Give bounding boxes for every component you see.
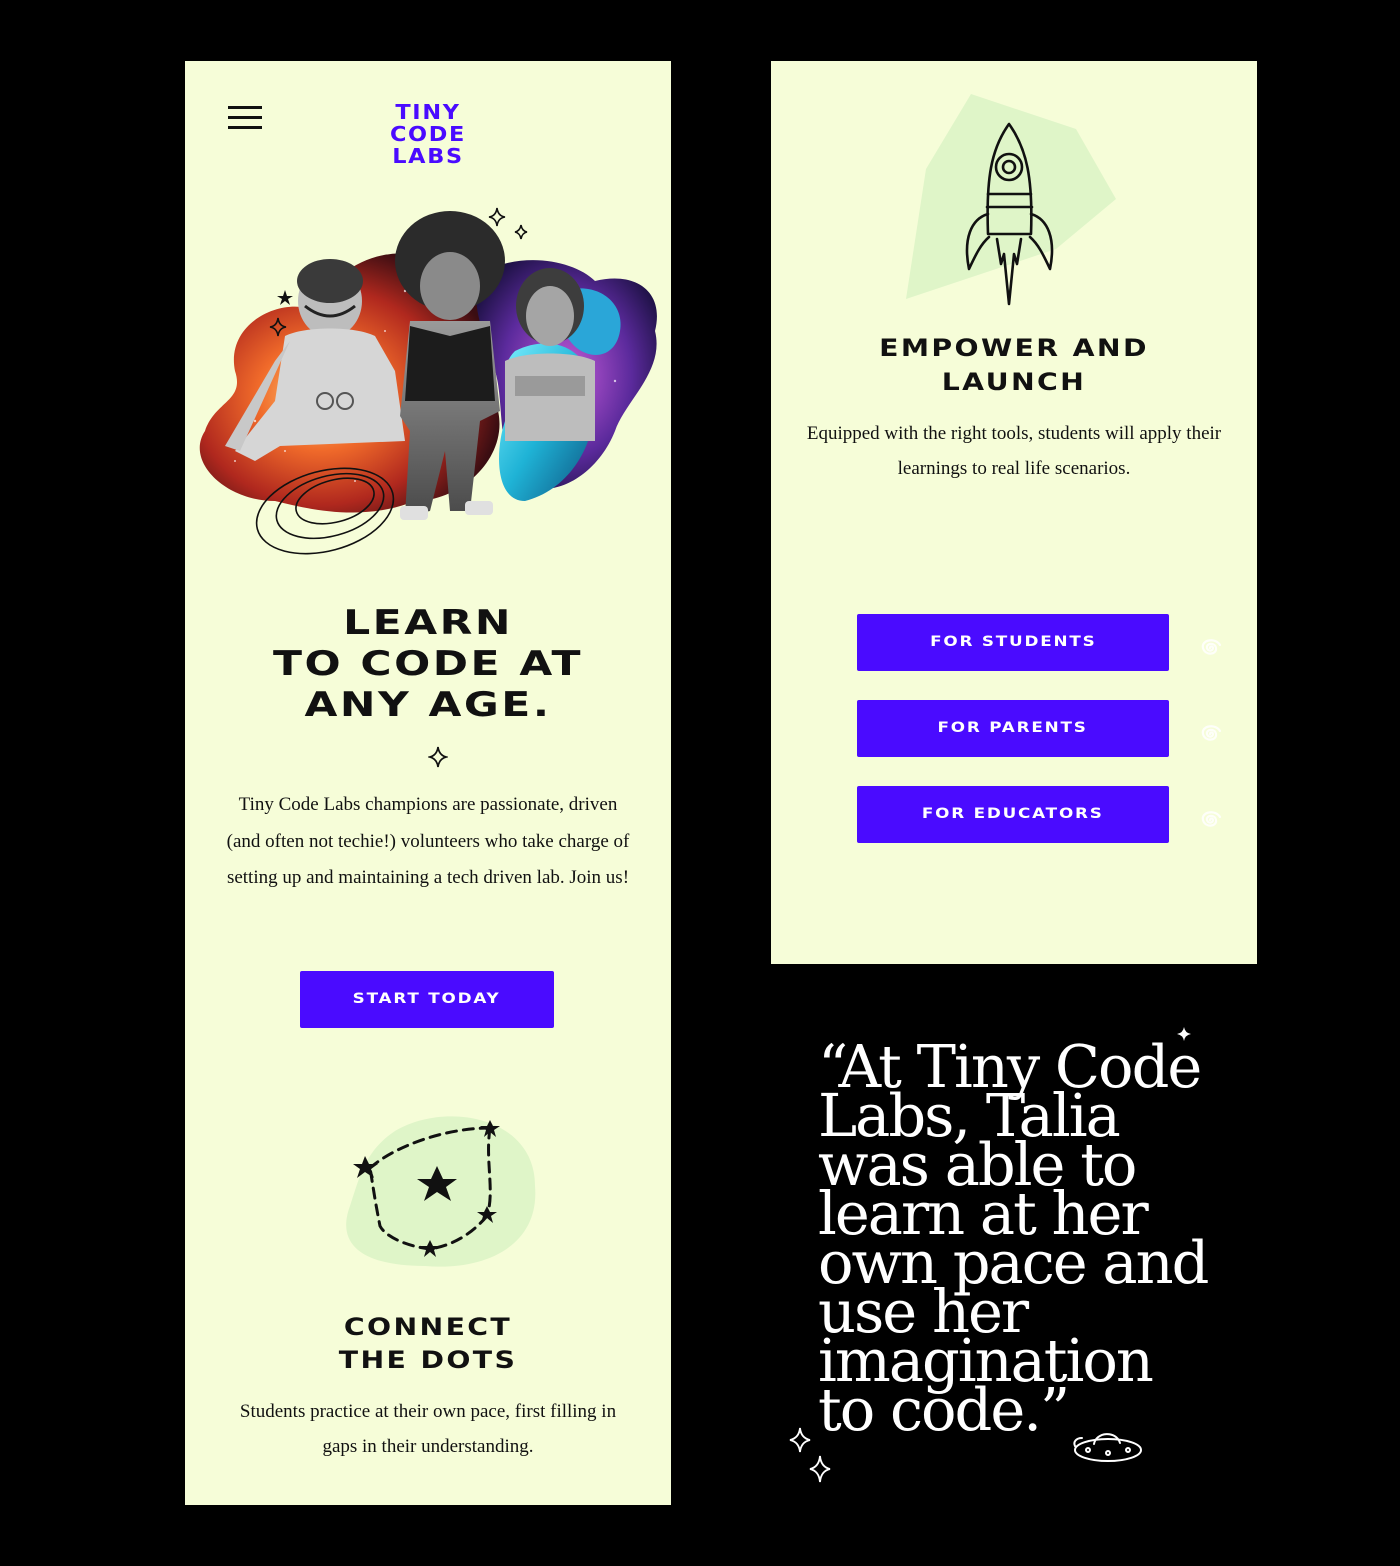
ufo-icon [1073, 1433, 1142, 1462]
empower-description: Equipped with the right tools, students … [806, 423, 1222, 479]
logo-line: TINY [395, 100, 461, 124]
hero-title-line: LEARN [343, 603, 513, 643]
rocket-icon [906, 94, 1116, 306]
hero-collage-image [199, 211, 657, 555]
hamburger-icon[interactable] [228, 105, 262, 131]
for-educators-label: FOR EDUCATORS [922, 806, 1104, 822]
spiral-icon [1201, 725, 1222, 741]
connect-description: Students practice at their own pace, fir… [239, 1401, 617, 1457]
for-parents-label: FOR PARENTS [937, 720, 1089, 736]
sparkle-icon [1177, 1027, 1191, 1041]
sparkle-icon [269, 290, 293, 337]
start-today-label: START TODAY [353, 991, 501, 1007]
child-photo-middle [395, 211, 505, 520]
quote-line: to code.” [818, 1375, 1070, 1444]
spiral-icon [1201, 811, 1222, 827]
logo-line: CODE [389, 122, 467, 146]
for-educators-button[interactable]: FOR EDUCATORS [857, 786, 1169, 843]
connect-title: CONNECT THE DOTS [188, 1311, 667, 1377]
hero-title: LEARN TO CODE AT ANY AGE. [162, 603, 695, 726]
empower-title: EMPOWER AND LAUNCH [774, 331, 1253, 399]
sparkle-icon [789, 1427, 831, 1483]
connect-title-line: CONNECT [343, 1313, 513, 1341]
for-students-button[interactable]: FOR STUDENTS [857, 614, 1169, 671]
mobile-screen-home: TINY CODE LABS LEARN TO CODE AT ANY AGE.… [185, 61, 671, 1505]
spiral-icon [1201, 639, 1222, 655]
mobile-screen-audiences: EMPOWER AND LAUNCH Equipped with the rig… [771, 61, 1257, 964]
sparkle-icon [488, 207, 528, 240]
testimonial-quote: “At Tiny Code Labs, Talia was able to le… [818, 1037, 1238, 1444]
connect-title-line: THE DOTS [338, 1346, 518, 1374]
logo-line: LABS [392, 144, 464, 168]
sparkle-icon [428, 746, 448, 768]
constellation-icon [346, 1116, 536, 1267]
for-students-label: FOR STUDENTS [929, 634, 1097, 650]
logo[interactable]: TINY CODE LABS [357, 101, 498, 167]
start-today-button[interactable]: START TODAY [300, 971, 554, 1028]
hero-description: Tiny Code Labs champions are passionate,… [226, 794, 630, 888]
hero-title-line: TO CODE AT [273, 644, 583, 684]
hero-title-line: ANY AGE. [304, 685, 552, 725]
for-parents-button[interactable]: FOR PARENTS [857, 700, 1169, 757]
empower-title-line: EMPOWER AND [879, 334, 1149, 362]
empower-title-line: LAUNCH [941, 368, 1087, 396]
